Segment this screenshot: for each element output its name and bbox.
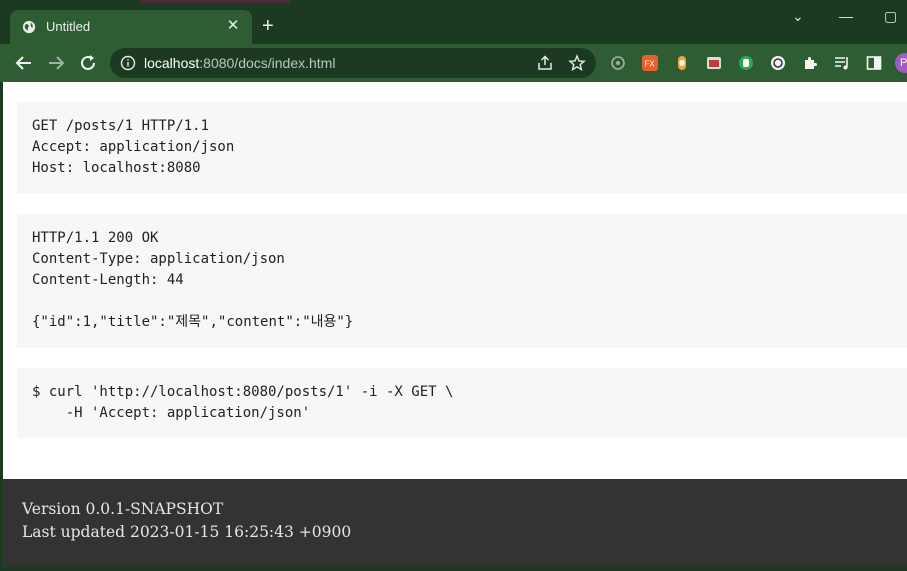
curl-request-block: $ curl 'http://localhost:8080/posts/1' -… [17, 368, 907, 438]
forward-arrow-icon[interactable] [45, 52, 67, 74]
address-bar[interactable]: localhost:8080/docs/index.html [110, 48, 596, 78]
request-line: Host: localhost:8080 [32, 160, 201, 176]
restore-button[interactable]: ▢ [884, 8, 897, 25]
request-line: GET /posts/1 HTTP/1.1 [32, 118, 210, 134]
browser-toolbar: localhost:8080/docs/index.html FX P [0, 44, 907, 82]
url-host: localhost [144, 55, 200, 71]
tab-search-chevron-icon[interactable]: ⌄ [792, 8, 804, 25]
url-path: :8080/docs/index.html [199, 55, 336, 71]
window-border-bottom [0, 567, 907, 571]
response-line: Content-Length: 44 [32, 272, 184, 288]
new-tab-button[interactable]: + [262, 16, 274, 36]
google-lens-icon[interactable] [610, 55, 626, 71]
screenshot-extension-icon[interactable] [706, 55, 722, 71]
curl-line: $ curl 'http://localhost:8080/posts/1' -… [32, 384, 454, 400]
response-body: {"id":1,"title":"제목","content":"내용"} [32, 314, 354, 330]
tab-title: Untitled [46, 19, 91, 34]
fx-extension-icon[interactable]: FX [642, 55, 658, 71]
request-line: Accept: application/json [32, 139, 235, 155]
globe-icon [22, 20, 36, 34]
circle-extension-icon[interactable] [770, 55, 786, 71]
svg-text:FX: FX [645, 60, 656, 69]
url-text: localhost:8080/docs/index.html [144, 55, 335, 71]
back-arrow-icon[interactable] [13, 52, 35, 74]
profile-avatar[interactable]: P [895, 53, 907, 73]
side-panel-icon[interactable] [866, 55, 882, 71]
close-tab-icon[interactable]: ✕ [224, 17, 242, 35]
reload-icon[interactable] [77, 52, 99, 74]
record-extension-icon[interactable] [674, 55, 690, 71]
window-border-left [0, 82, 3, 571]
share-icon[interactable] [536, 54, 554, 72]
response-line: Content-Type: application/json [32, 251, 285, 267]
puzzle-extensions-icon[interactable] [802, 55, 818, 71]
curl-line: -H 'Accept: application/json' [32, 405, 311, 421]
page-content: GET /posts/1 HTTP/1.1 Accept: applicatio… [3, 82, 907, 479]
version-text: Version 0.0.1-SNAPSHOT [22, 500, 224, 518]
media-queue-icon[interactable] [834, 55, 850, 71]
response-line: HTTP/1.1 200 OK [32, 230, 159, 246]
last-updated-text: Last updated 2023-01-15 16:25:43 +0900 [22, 523, 352, 541]
response-line [17, 291, 907, 312]
bookmark-star-icon[interactable] [568, 54, 586, 72]
tab-strip: Untitled ✕ + ⌄ — ▢ [0, 0, 907, 44]
page-footer: Version 0.0.1-SNAPSHOT Last updated 2023… [3, 479, 907, 567]
green-extension-icon[interactable] [738, 55, 754, 71]
http-response-block: HTTP/1.1 200 OK Content-Type: applicatio… [17, 214, 907, 348]
site-info-icon[interactable] [120, 55, 136, 71]
minimize-button[interactable]: — [839, 8, 853, 24]
active-tab[interactable]: Untitled ✕ [10, 10, 252, 44]
tab-strip-highlight [140, 0, 290, 3]
http-request-block: GET /posts/1 HTTP/1.1 Accept: applicatio… [17, 102, 907, 193]
